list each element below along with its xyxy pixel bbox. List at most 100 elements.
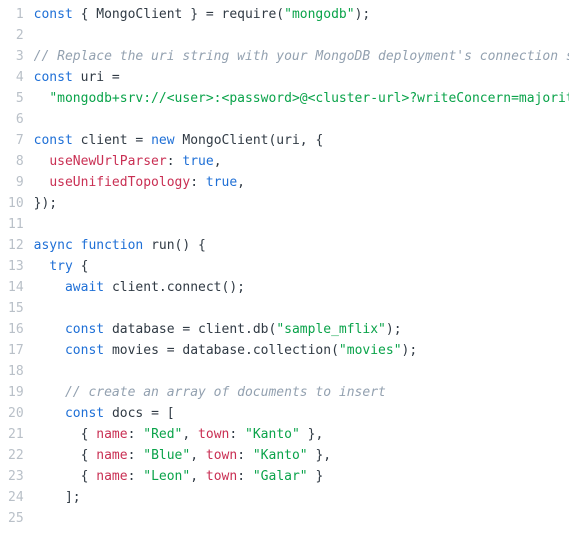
code-line: // Replace the uri string with your Mong… [34,46,569,67]
token-pun: { [34,469,97,484]
code-line: try { [34,256,569,277]
token-pun: database = client.db( [112,322,276,337]
line-number: 23 [8,466,24,487]
code-line: "mongodb+srv://<user>:<password>@<cluste… [34,88,569,109]
token-str: "movies" [339,343,402,358]
token-pun: }, [300,427,323,442]
code-line: ]; [34,487,569,508]
token-pun: }); [34,196,57,211]
token-pun: { [81,259,89,274]
line-number: 21 [8,424,24,445]
token-decl: const [65,322,112,337]
token-pun: : [190,175,206,190]
line-number: 19 [8,382,24,403]
code-line: const database = client.db("sample_mflix… [34,319,569,340]
token-pun: client = [81,133,151,148]
token-pun [34,280,65,295]
line-number: 2 [8,25,24,46]
code-line: { name: "Red", town: "Kanto" }, [34,424,569,445]
line-number: 6 [8,109,24,130]
line-number: 5 [8,88,24,109]
code-line: // create an array of documents to inser… [34,382,569,403]
token-prop: useNewUrlParser [49,154,166,169]
token-pun: { [34,448,97,463]
token-pun [34,154,50,169]
token-str: "Galar" [253,469,308,484]
token-bool: true [182,154,213,169]
token-kw: await [65,280,112,295]
token-pun: , [182,427,198,442]
code-line [34,361,569,382]
token-prop: town [206,448,237,463]
code-line: useUnifiedTopology: true, [34,172,569,193]
code-line: const client = new MongoClient(uri, { [34,130,569,151]
token-pun: uri = [81,70,120,85]
token-pun: ); [402,343,418,358]
line-number: 10 [8,193,24,214]
token-decl: const [65,343,112,358]
token-pun: : [167,154,183,169]
code-line: await client.connect(); [34,277,569,298]
token-pun [34,175,50,190]
token-kw: async function [34,238,151,253]
token-pun: , [190,469,206,484]
token-decl: const [34,133,81,148]
token-pun [34,322,65,337]
token-pun: MongoClient(uri, { [182,133,323,148]
code-line [34,109,569,130]
token-pun [34,91,50,106]
token-str: "mongodb" [284,7,354,22]
line-number: 9 [8,172,24,193]
line-number: 16 [8,319,24,340]
token-pun: { [34,427,97,442]
token-pun: { MongoClient } = require( [81,7,285,22]
line-number: 20 [8,403,24,424]
code-line: async function run() { [34,235,569,256]
code-line: { name: "Leon", town: "Galar" } [34,466,569,487]
token-bool: true [206,175,237,190]
token-prop: name [96,427,127,442]
token-prop: town [198,427,229,442]
line-number: 3 [8,46,24,67]
token-pun: } [308,469,324,484]
token-pun: : [128,448,144,463]
token-com: // create an array of documents to inser… [65,385,386,400]
line-number: 14 [8,277,24,298]
token-pun: docs = [ [112,406,175,421]
code-line: const docs = [ [34,403,569,424]
line-number: 11 [8,214,24,235]
line-number-gutter: 1234567891011121314151617181920212223242… [0,4,34,529]
token-kw: try [49,259,80,274]
token-pun: ); [355,7,371,22]
token-pun: : [128,469,144,484]
token-pun: ); [386,322,402,337]
token-decl: const [65,406,112,421]
code-line [34,25,569,46]
token-decl: const [34,70,81,85]
token-prop: name [96,448,127,463]
token-pun: client.connect(); [112,280,245,295]
line-number: 7 [8,130,24,151]
line-number: 25 [8,508,24,529]
token-pun [34,259,50,274]
code-line: }); [34,193,569,214]
token-pun: run() { [151,238,206,253]
token-pun: , [237,175,245,190]
token-pun [34,343,65,358]
code-line: const uri = [34,67,569,88]
line-number: 18 [8,361,24,382]
token-pun: , [214,154,222,169]
code-block: 1234567891011121314151617181920212223242… [0,0,569,537]
token-str: "Leon" [143,469,190,484]
token-decl: const [34,7,81,22]
token-pun: : [237,448,253,463]
line-number: 15 [8,298,24,319]
code-line: const { MongoClient } = require("mongodb… [34,4,569,25]
token-pun: : [128,427,144,442]
line-number: 1 [8,4,24,25]
line-number: 22 [8,445,24,466]
token-str: "Red" [143,427,182,442]
token-pun: : [237,469,253,484]
line-number: 4 [8,67,24,88]
token-kw: new [151,133,182,148]
